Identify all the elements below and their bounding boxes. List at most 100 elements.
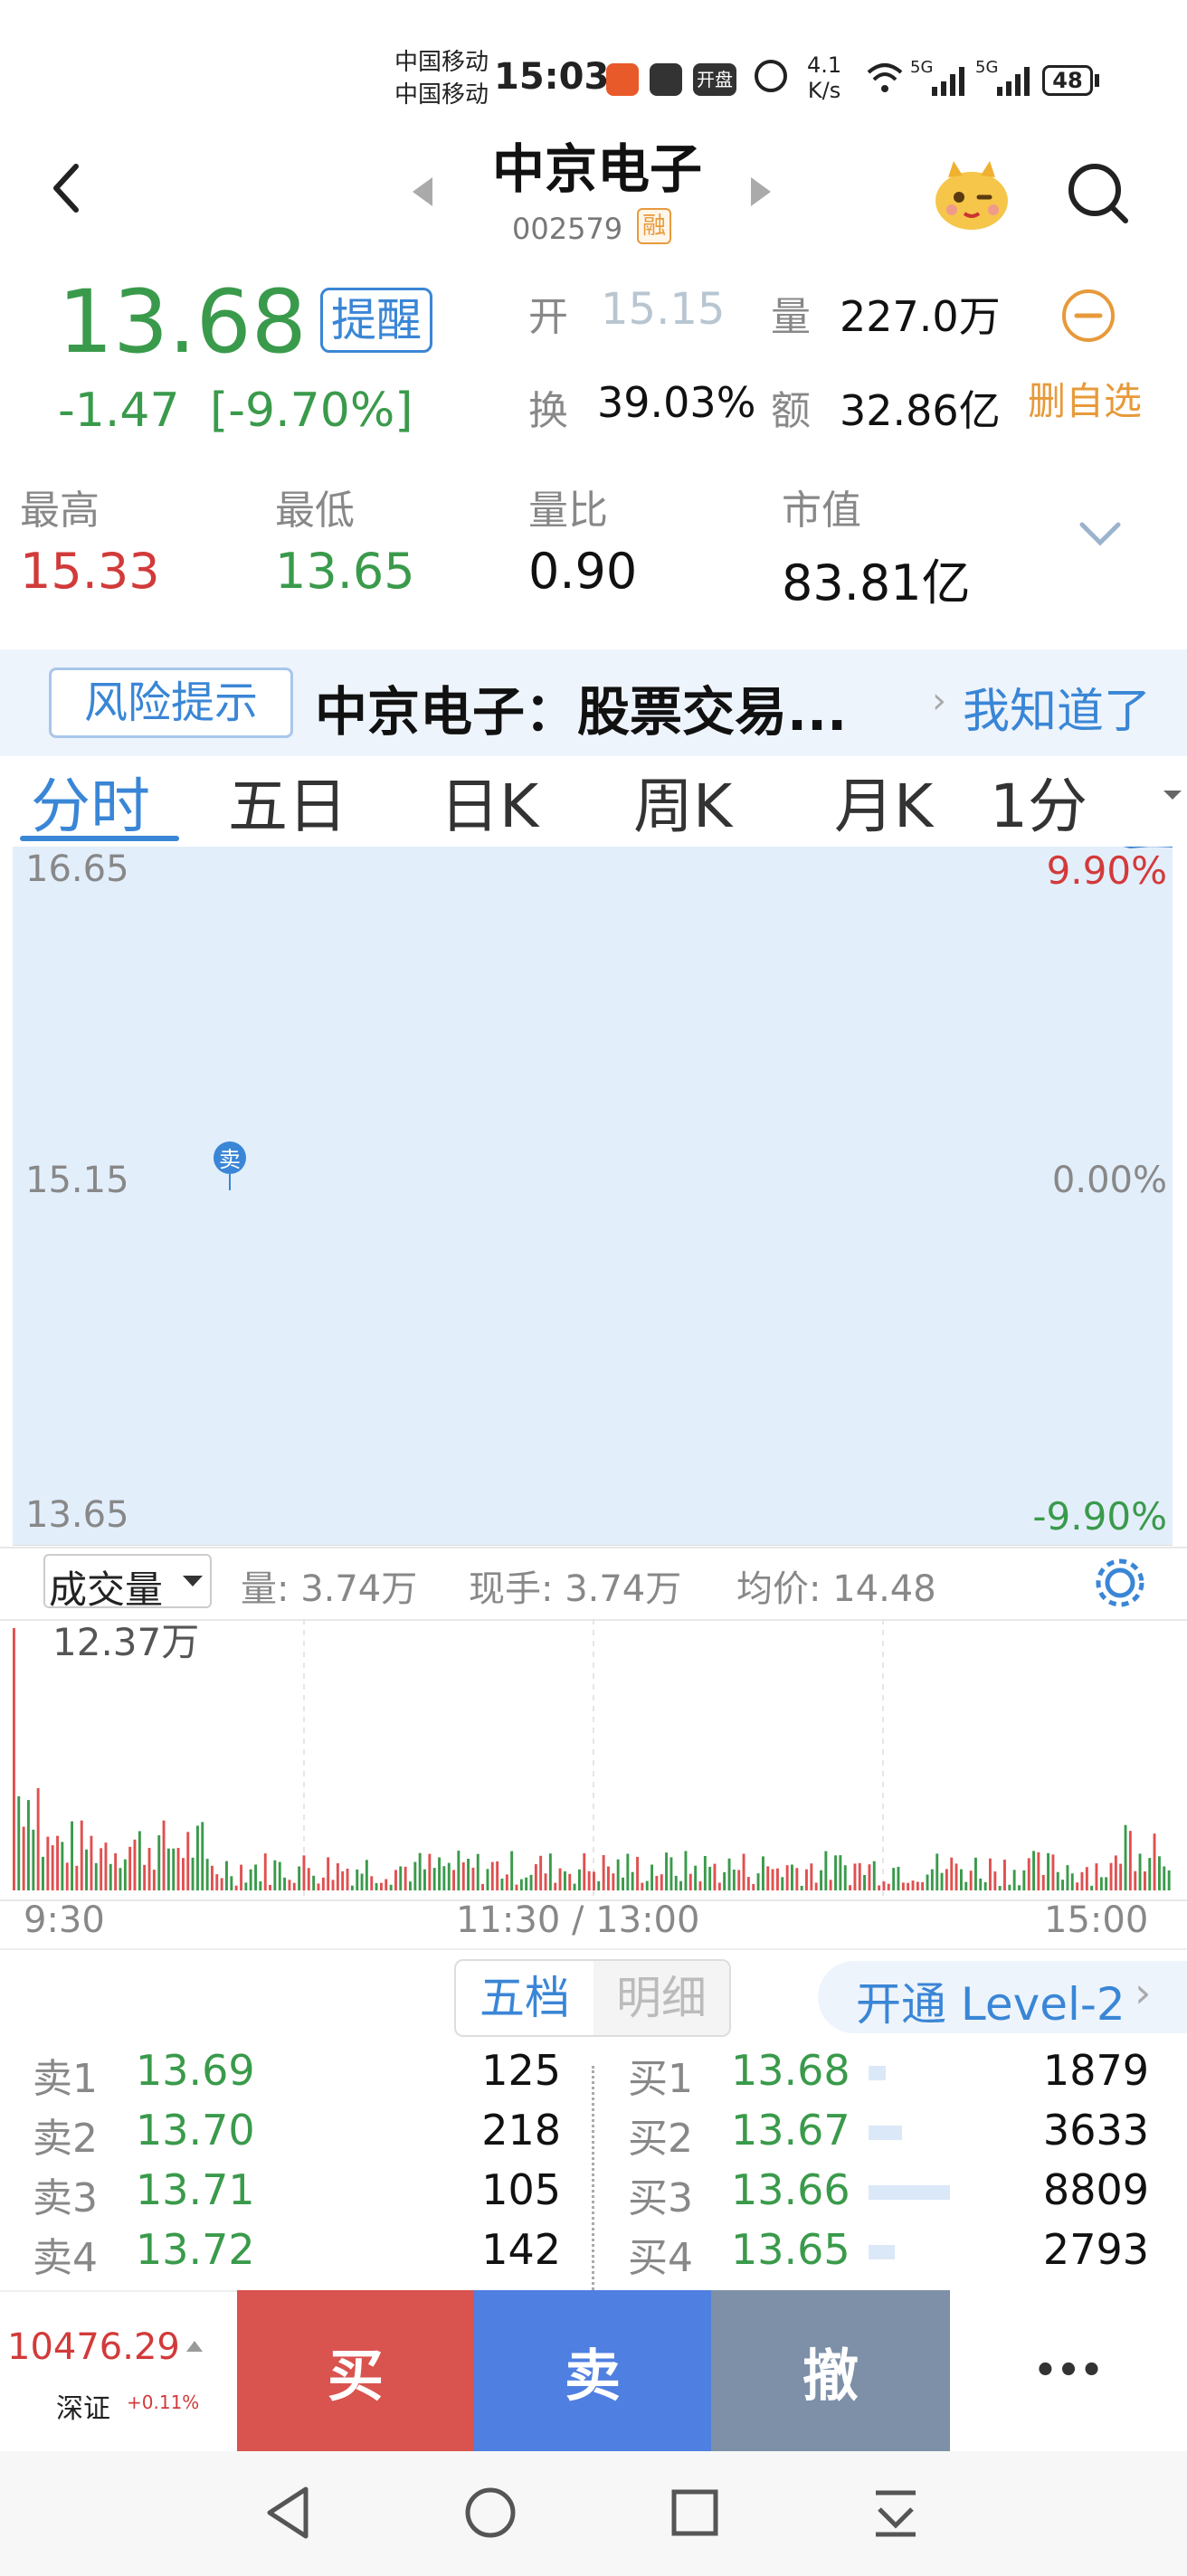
volume-bar [742, 1853, 745, 1890]
risk-banner[interactable]: 风险提示 中京电子：股票交易... › 我知道了 [0, 649, 1187, 756]
minus-circle-icon [1062, 289, 1115, 342]
volume-bar [814, 1882, 818, 1890]
cancel-order-button[interactable]: 撤 [711, 2290, 950, 2451]
bid-row[interactable]: 买4 13.65 2793 [597, 2221, 1187, 2281]
prev-stock-button[interactable] [409, 174, 436, 213]
volume-bar [1027, 1858, 1030, 1890]
volume-bar [423, 1869, 426, 1890]
volume-bar [853, 1863, 857, 1890]
tab-minute[interactable]: 1分 [990, 758, 1087, 845]
tab-detail[interactable]: 明细 [594, 1961, 729, 2035]
nav-dropdown-icon[interactable] [870, 2486, 921, 2540]
volume-bar [969, 1870, 973, 1890]
volume-bar [863, 1875, 866, 1890]
more-button[interactable]: ••• [950, 2290, 1187, 2451]
volume-bar [626, 1853, 630, 1890]
remove-watch-button[interactable] [1060, 288, 1116, 344]
expand-quote-button[interactable] [1078, 519, 1122, 554]
alert-button[interactable]: 提醒 [320, 288, 432, 353]
nav-recents-icon[interactable] [669, 2487, 720, 2538]
ask-row[interactable]: 卖2 13.70 218 [0, 2102, 588, 2162]
tab-intraday[interactable]: 分时 [31, 758, 150, 845]
volume-bar [336, 1863, 339, 1890]
level2-button[interactable]: 开通 Level-2 › [818, 1961, 1187, 2033]
tab-five-day[interactable]: 五日 [228, 758, 347, 845]
sell-button[interactable]: 卖 [474, 2290, 711, 2451]
net-speed: 4.1 K/s [807, 52, 841, 103]
risk-ack-button[interactable]: 我知道了 [963, 673, 1151, 741]
tab-underline [20, 836, 179, 841]
risk-text: 中京电子：股票交易... [315, 681, 848, 743]
volume-bar [428, 1853, 432, 1890]
volume-bar [872, 1861, 876, 1890]
bid-price: 13.68 [731, 2046, 850, 2095]
volume-bar [380, 1882, 383, 1890]
margin-badge: 融 [637, 208, 671, 244]
bid-volume-bar [869, 2245, 895, 2259]
volume-bar [1090, 1885, 1094, 1890]
volume-bar [500, 1879, 504, 1890]
signal-bars-2-icon [997, 67, 1030, 96]
bid-row[interactable]: 买3 13.66 8809 [597, 2162, 1187, 2221]
volume-bar [1066, 1865, 1069, 1890]
mascot-button[interactable] [930, 156, 1013, 233]
amount-value: 32.86亿 [840, 386, 1001, 435]
index-ticker[interactable]: 10476.29 深证 +0.11% [0, 2290, 237, 2453]
nav-back-icon[interactable] [262, 2484, 313, 2542]
volume-bar [467, 1859, 470, 1890]
triangle-up-icon [186, 2341, 203, 2352]
volume-bar [166, 1848, 170, 1890]
net-speed-value: 4.1 [807, 52, 842, 78]
volume-bar [746, 1877, 750, 1890]
intraday-chart[interactable]: 卖 [0, 847, 1187, 1552]
volume-bar [713, 1863, 717, 1890]
tab-day-k[interactable]: 日K [440, 758, 538, 845]
volume-bar [839, 1855, 842, 1890]
volume-bar [679, 1880, 682, 1890]
volume-grid [303, 1619, 884, 1899]
next-stock-button[interactable] [747, 174, 774, 213]
volume-bar [119, 1868, 122, 1890]
tab-dropdown-button[interactable] [1162, 789, 1183, 807]
ask-level-label: 卖4 [33, 2235, 98, 2281]
nav-home-icon[interactable] [463, 2486, 518, 2540]
back-button[interactable] [36, 156, 100, 219]
chart-settings-button[interactable] [1093, 1556, 1147, 1614]
bid-volume-bar [869, 2185, 950, 2200]
bid-row[interactable]: 买1 13.68 1879 [597, 2042, 1187, 2102]
volume-bar [684, 1851, 688, 1890]
volume-bar [128, 1846, 132, 1890]
tab-month-k[interactable]: 月K [834, 758, 933, 845]
bid-row[interactable]: 买2 13.67 3633 [597, 2102, 1187, 2162]
bid-price: 13.66 [731, 2165, 850, 2214]
volume-bar [182, 1858, 185, 1890]
ask-row[interactable]: 卖3 13.71 105 [0, 2162, 588, 2221]
volume-bar [152, 1870, 156, 1890]
ask-row[interactable]: 卖1 13.69 125 [0, 2042, 588, 2102]
volume-bar [960, 1869, 963, 1890]
volume-bar [399, 1866, 403, 1890]
search-button[interactable] [1064, 159, 1133, 228]
volume-bar [312, 1875, 316, 1890]
volume-bar [573, 1883, 576, 1890]
ask-row[interactable]: 卖4 13.72 142 [0, 2221, 588, 2281]
volume-bar [1095, 1863, 1098, 1890]
remove-watch-label[interactable]: 删自选 [1028, 371, 1142, 426]
bid-volume-bar [869, 2126, 902, 2140]
volume-bar [727, 1858, 731, 1890]
volume-bar [1109, 1862, 1113, 1890]
volume-bar [558, 1868, 562, 1890]
tab-week-k[interactable]: 周K [633, 758, 732, 845]
buy-button[interactable]: 买 [237, 2290, 474, 2451]
carrier-2: 中国移动 [394, 81, 489, 109]
volume-bar [602, 1855, 605, 1890]
tab-five-levels[interactable]: 五档 [456, 1961, 594, 2035]
indicator-selector[interactable]: 成交量 [43, 1554, 212, 1612]
volume-bar [641, 1882, 644, 1890]
volume-bar [298, 1866, 301, 1890]
volume-bar [868, 1864, 871, 1890]
volume-bar [607, 1866, 610, 1890]
volume-bar [404, 1866, 407, 1890]
volume-bar [321, 1877, 325, 1890]
volume-bar [176, 1848, 180, 1890]
